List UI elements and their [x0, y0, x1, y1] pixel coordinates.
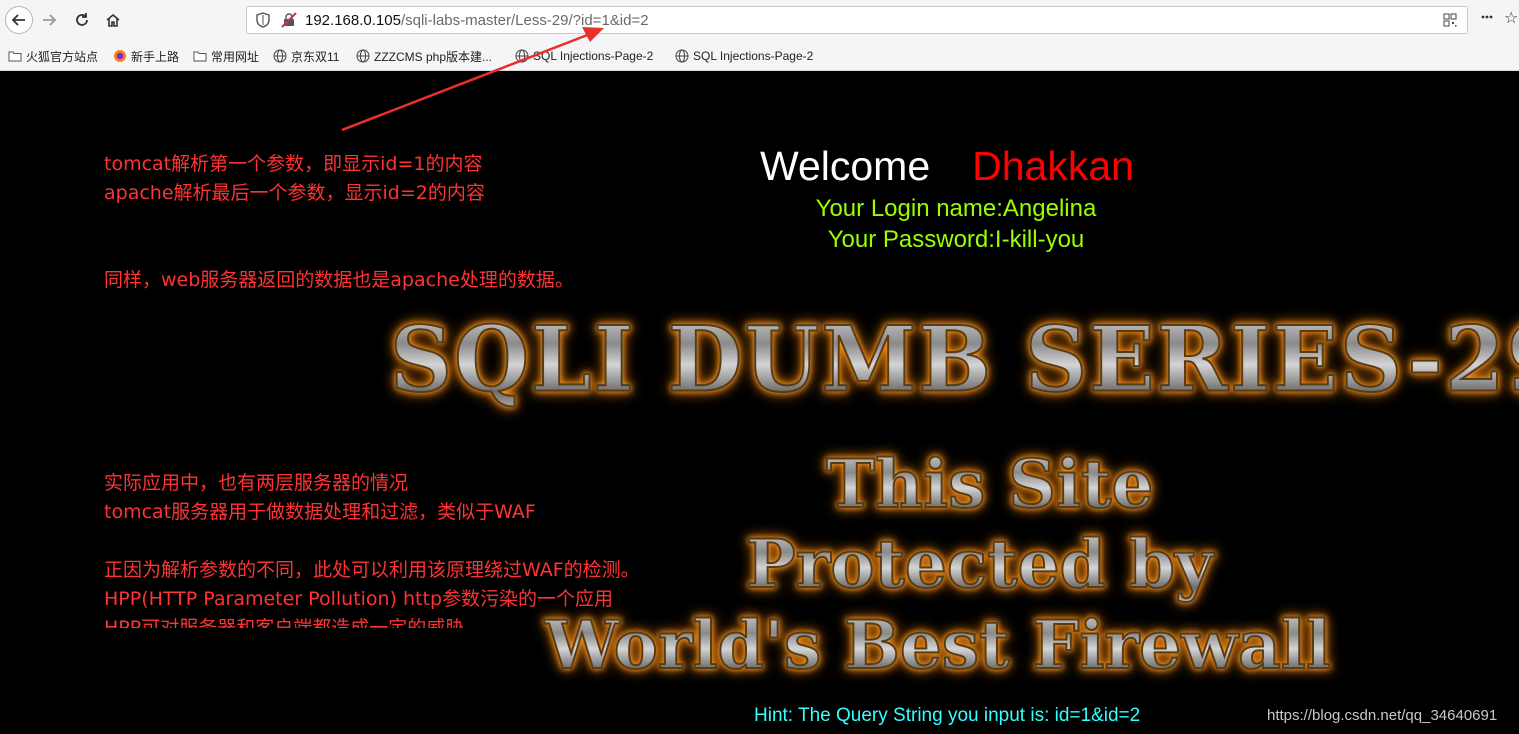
welcome-name: Dhakkan — [972, 143, 1134, 189]
page-content: tomcat解析第一个参数，即显示id=1的内容 apache解析最后一个参数，… — [0, 71, 1519, 734]
blog-watermark: https://blog.csdn.net/qq_34640691 — [1267, 707, 1498, 724]
globe-icon — [515, 49, 529, 63]
reload-button[interactable] — [68, 6, 96, 34]
shield-icon[interactable] — [255, 12, 271, 28]
arrow-left-icon — [11, 14, 25, 26]
forward-button[interactable] — [35, 6, 63, 34]
annotation-note: HPP(HTTP Parameter Pollution) http参数污染的一… — [104, 588, 614, 610]
annotation-note: 正因为解析参数的不同，此处可以利用该原理绕过WAF的检测。 — [104, 559, 640, 581]
welcome-word: Welcome — [760, 143, 931, 189]
insecure-lock-icon[interactable] — [281, 12, 297, 28]
url-host: 192.168.0.105 — [305, 12, 401, 29]
bookmark-star-icon[interactable]: ☆ — [1504, 8, 1518, 28]
bookmark-item[interactable]: 京东双11 — [273, 47, 339, 65]
bookmark-item[interactable]: 新手上路 — [113, 47, 179, 65]
bookmark-item[interactable]: SQL Injections-Page-2 — [515, 47, 653, 65]
address-bar[interactable]: 192.168.0.105/sqli-labs-master/Less-29/?… — [246, 6, 1468, 34]
annotation-note: tomcat服务器用于做数据处理和过滤，类似于WAF — [104, 501, 536, 523]
browser-toolbar: 192.168.0.105/sqli-labs-master/Less-29/?… — [0, 0, 1519, 71]
globe-icon — [675, 49, 689, 63]
globe-icon — [356, 49, 370, 63]
globe-icon — [273, 49, 287, 63]
url-path: /sqli-labs-master/Less-29/?id=1&id=2 — [400, 12, 649, 29]
bookmark-label: 火狐官方站点 — [26, 49, 99, 64]
annotation-note: 同样，web服务器返回的数据也是apache处理的数据。 — [104, 269, 574, 291]
page-actions-icon[interactable] — [1480, 10, 1494, 24]
back-button[interactable] — [5, 6, 33, 34]
bookmark-label: ZZZCMS php版本建... — [374, 49, 493, 64]
annotation-note: apache解析最后一个参数，显示id=2的内容 — [104, 182, 485, 204]
annotation-note: tomcat解析第一个参数，即显示id=1的内容 — [104, 153, 483, 175]
qr-code-icon[interactable] — [1443, 13, 1457, 27]
login-name-line: Your Login name:Angelina — [815, 195, 1097, 222]
bookmark-item[interactable]: 常用网址 — [193, 47, 259, 65]
welcome-heading: Welcome Dhakkan — [760, 141, 1134, 191]
password-line: Your Password:I-kill-you — [827, 226, 1085, 253]
bookmarks-toolbar: 火狐官方站点 新手上路 常用网址 京东双11 ZZZCMS php版本建... … — [0, 44, 1519, 66]
firewall-banner-line: Protected by — [745, 524, 1214, 604]
annotation-note-clipped: HPP可对服务器和客户端都造成一定的威胁 — [104, 617, 465, 628]
query-string-hint: Hint: The Query String you input is: id=… — [754, 705, 1141, 726]
firefox-icon — [114, 50, 126, 62]
bookmark-label: SQL Injections-Page-2 — [693, 49, 814, 63]
folder-icon — [8, 51, 22, 62]
arrow-right-icon — [43, 14, 57, 26]
folder-icon — [193, 51, 207, 62]
reload-icon — [76, 13, 88, 26]
firewall-banner-line: World's Best Firewall — [544, 605, 1332, 685]
home-button[interactable] — [99, 6, 127, 34]
bookmark-label: 京东双11 — [291, 49, 340, 64]
home-icon — [106, 13, 120, 27]
bookmark-item[interactable]: 火狐官方站点 — [8, 47, 98, 65]
annotation-note: 实际应用中，也有两层服务器的情况 — [104, 472, 409, 494]
bookmark-label: 新手上路 — [131, 49, 180, 64]
series-title-banner: SQLI DUMB SERIES-29 — [389, 305, 1519, 413]
firewall-banner-line: This Site — [825, 444, 1155, 524]
bookmark-label: SQL Injections-Page-2 — [533, 49, 654, 63]
bookmark-item[interactable]: SQL Injections-Page-2 — [675, 47, 813, 65]
url-text[interactable]: 192.168.0.105/sqli-labs-master/Less-29/?… — [305, 12, 649, 29]
bookmark-item[interactable]: ZZZCMS php版本建... — [356, 47, 492, 65]
bookmark-label: 常用网址 — [211, 49, 260, 64]
